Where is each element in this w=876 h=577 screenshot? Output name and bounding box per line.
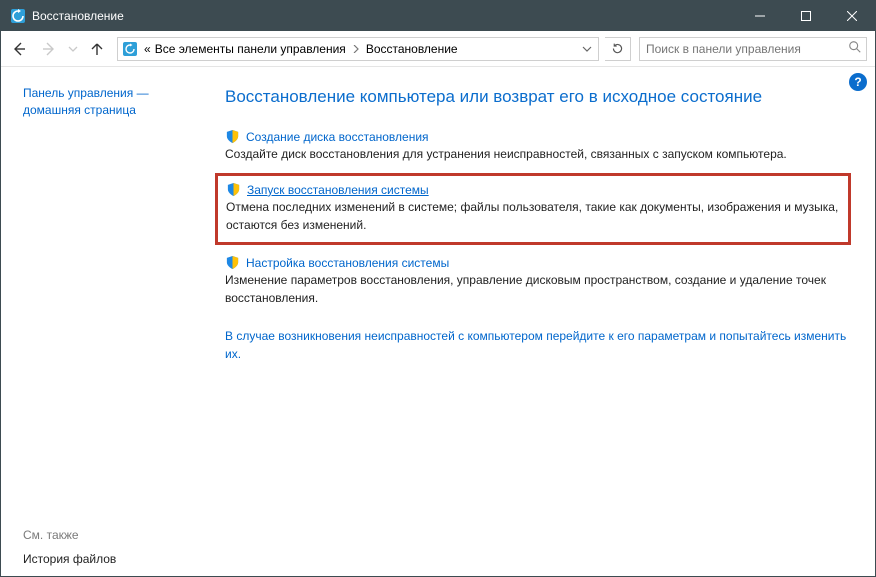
breadcrumb-prefix: « xyxy=(142,42,153,56)
window: Восстановление xyxy=(0,0,876,577)
control-panel-home-link[interactable]: Панель управления — домашняя страница xyxy=(23,85,189,120)
close-button[interactable] xyxy=(829,1,875,31)
shield-icon xyxy=(225,129,240,144)
app-icon xyxy=(10,8,26,24)
chevron-right-icon[interactable] xyxy=(348,42,364,56)
search-input[interactable] xyxy=(644,41,848,57)
breadcrumb-item[interactable]: Все элементы панели управления xyxy=(153,42,348,56)
section-open-system-restore: Запуск восстановления системы Отмена пос… xyxy=(215,173,851,245)
shield-icon xyxy=(225,255,240,270)
navbar: « Все элементы панели управления Восстан… xyxy=(1,31,875,67)
search-box[interactable] xyxy=(639,37,867,61)
advanced-recovery-link[interactable]: В случае возникновения неисправностей с … xyxy=(225,327,855,363)
back-button[interactable] xyxy=(5,35,33,63)
address-dropdown-button[interactable] xyxy=(578,44,596,54)
sidebar: Панель управления — домашняя страница См… xyxy=(1,67,201,576)
address-bar[interactable]: « Все элементы панели управления Восстан… xyxy=(117,37,599,61)
content-body: Панель управления — домашняя страница См… xyxy=(1,67,875,576)
section-description: Изменение параметров восстановления, упр… xyxy=(225,272,855,307)
window-title: Восстановление xyxy=(32,9,124,23)
forward-button[interactable] xyxy=(35,35,63,63)
up-button[interactable] xyxy=(83,35,111,63)
section-create-recovery-drive: Создание диска восстановления Создайте д… xyxy=(225,129,855,163)
page-title: Восстановление компьютера или возврат ег… xyxy=(225,87,855,107)
see-also-heading: См. также xyxy=(23,528,189,542)
titlebar: Восстановление xyxy=(1,1,875,31)
recovery-icon xyxy=(122,41,138,57)
recent-locations-button[interactable] xyxy=(65,35,81,63)
main-panel: ? Восстановление компьютера или возврат … xyxy=(201,67,875,576)
configure-system-restore-link[interactable]: Настройка восстановления системы xyxy=(246,256,449,270)
help-icon[interactable]: ? xyxy=(849,73,867,91)
section-configure-system-restore: Настройка восстановления системы Изменен… xyxy=(225,255,855,307)
section-description: Создайте диск восстановления для устране… xyxy=(225,146,855,163)
open-system-restore-link[interactable]: Запуск восстановления системы xyxy=(247,183,429,197)
breadcrumb-item[interactable]: Восстановление xyxy=(364,42,460,56)
section-description: Отмена последних изменений в системе; фа… xyxy=(226,199,840,234)
refresh-button[interactable] xyxy=(605,37,631,61)
minimize-button[interactable] xyxy=(737,1,783,31)
maximize-button[interactable] xyxy=(783,1,829,31)
file-history-link[interactable]: История файлов xyxy=(23,552,189,566)
create-recovery-drive-link[interactable]: Создание диска восстановления xyxy=(246,130,429,144)
shield-icon xyxy=(226,182,241,197)
search-icon[interactable] xyxy=(848,40,862,57)
